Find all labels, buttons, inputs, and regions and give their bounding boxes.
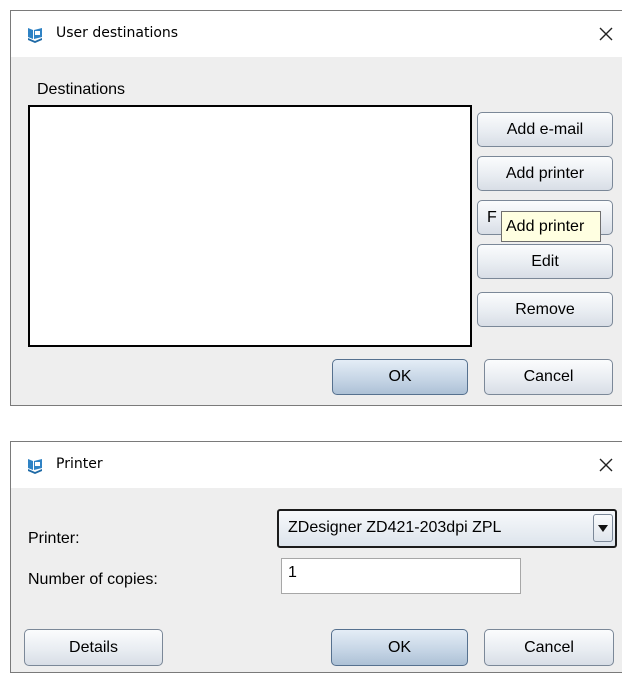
printer-select-value: ZDesigner ZD421-203dpi ZPL	[288, 519, 502, 536]
user-destinations-dialog: User destinations Destinations Add e-mai…	[10, 10, 622, 406]
destinations-list[interactable]	[28, 105, 472, 347]
dialog-title: Printer	[56, 456, 103, 472]
add-email-button[interactable]: Add e-mail	[477, 112, 613, 147]
details-button[interactable]: Details	[24, 629, 163, 666]
tooltip: Add printer	[501, 211, 601, 242]
destinations-label: Destinations	[37, 81, 126, 98]
ok-button[interactable]: OK	[332, 359, 468, 395]
app-icon	[28, 28, 42, 43]
cancel-button[interactable]: Cancel	[484, 629, 614, 666]
ok-button[interactable]: OK	[331, 629, 468, 666]
printer-select[interactable]: ZDesigner ZD421-203dpi ZPL	[277, 509, 617, 548]
close-icon[interactable]	[596, 455, 616, 475]
printer-label: Printer:	[28, 530, 80, 547]
cancel-button[interactable]: Cancel	[484, 359, 613, 395]
close-icon[interactable]	[596, 24, 616, 44]
copies-label: Number of copies:	[28, 571, 158, 588]
remove-button[interactable]: Remove	[477, 292, 613, 327]
add-printer-button[interactable]: Add printer	[477, 156, 613, 191]
chevron-down-icon	[598, 525, 608, 532]
edit-button[interactable]: Edit	[477, 244, 613, 279]
title-bar[interactable]: User destinations	[11, 11, 622, 57]
title-bar[interactable]: Printer	[11, 442, 622, 488]
dialog-title: User destinations	[56, 25, 179, 41]
dropdown-button[interactable]	[593, 514, 613, 542]
copies-input[interactable]: 1	[281, 558, 521, 594]
app-icon	[28, 459, 42, 474]
printer-dialog: Printer Printer: ZDesigner ZD421-203dpi …	[10, 441, 622, 673]
